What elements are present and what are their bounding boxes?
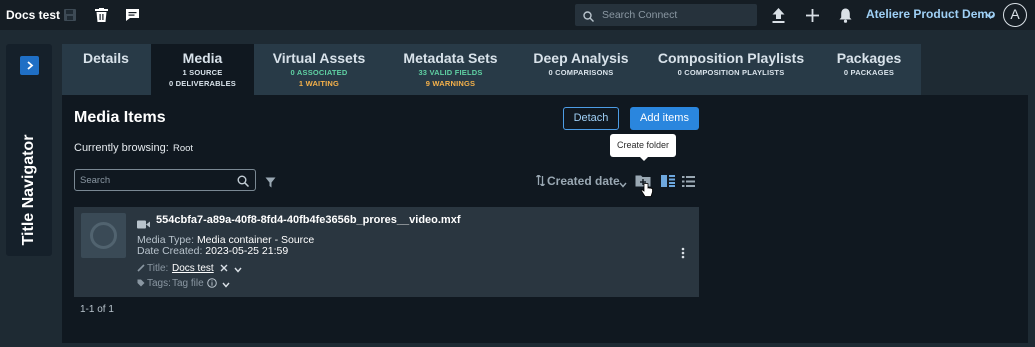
link-icon [137,264,145,275]
media-thumbnail [81,213,126,258]
tab-label: Details [83,50,129,66]
tab-label: Deep Analysis [533,50,629,66]
page-title: Media Items [74,109,166,126]
save-button[interactable] [60,5,80,25]
upload-icon [772,7,784,23]
comment-icon [125,9,139,21]
tooltip-arrow [639,156,649,161]
tab-sub-line: 1 WAITING [298,79,340,88]
grid-view-icon [661,175,675,187]
breadcrumb-root[interactable]: Root [173,143,193,154]
tooltip-text: Create folder [616,140,670,150]
add-button[interactable] [803,6,821,24]
tab-deep-analysis[interactable]: Deep Analysis 0 COMPARISONS [517,44,645,95]
workspace-name: Ateliere Product Demo [866,7,996,21]
tab-label: Media [182,50,223,66]
delete-button[interactable] [91,5,111,25]
list-view-icon [682,176,695,187]
search-icon [583,9,594,27]
filter-icon[interactable] [265,175,276,193]
title-link[interactable]: Docs test [172,263,214,274]
media-filename[interactable]: 554cbfa7-a89a-40f8-8fd4-40fb4fe3656b_pro… [156,214,461,226]
chevron-down-icon [619,177,627,191]
create-folder-tooltip: Create folder [610,134,676,161]
tab-sub-line: 9 WARNINGS [425,79,476,88]
title-navigator: Title Navigator [6,44,52,256]
media-search-placeholder: Search [80,175,111,186]
hand-cursor-icon [640,182,653,203]
navigator-label: Title Navigator [20,134,37,246]
trash-icon [94,8,108,22]
media-item-card[interactable]: 554cbfa7-a89a-40f8-8fd4-40fb4fe3656b_pro… [74,207,699,297]
search-icon[interactable] [237,174,250,192]
detach-button[interactable]: Detach [563,107,619,130]
tab-metadata-sets[interactable]: Metadata Sets 33 VALID FIELDS 9 WARNINGS [384,44,517,95]
tab-label: Composition Playlists [657,50,805,66]
tab-details[interactable]: Details [62,44,150,95]
global-search[interactable]: Search Connect [575,4,757,26]
notifications-button[interactable] [836,6,854,24]
upload-button[interactable] [769,6,787,24]
tab-virtual-assets[interactable]: Virtual Assets 0 ASSOCIATED 1 WAITING [254,44,384,95]
comments-button[interactable] [122,5,142,25]
tab-composition-playlists[interactable]: Composition Playlists 0 COMPOSITION PLAY… [645,44,817,95]
tab-label: Metadata Sets [403,50,498,66]
expand-navigator-button[interactable] [20,56,39,75]
thumbnail-logo [90,222,117,249]
tab-bar: Details Media 1 SOURCE 0 DELIVERABLES Vi… [62,44,921,95]
tag-icon [137,279,145,290]
plus-icon [805,8,819,22]
tab-sub-line: 0 PACKAGES [843,68,895,77]
app-title: Docs test [6,8,61,22]
video-icon [137,216,150,234]
chevron-down-icon[interactable] [222,280,230,291]
add-items-button[interactable]: Add items [630,107,699,130]
more-options-icon[interactable] [681,246,685,264]
save-icon [64,9,76,21]
top-bar: Docs test Search Connect Ateliere Produc… [0,0,1035,30]
tab-media[interactable]: Media 1 SOURCE 0 DELIVERABLES [151,44,254,95]
tab-label: Packages [836,50,902,66]
bell-icon [839,8,851,23]
date-created-label: Date Created: [137,245,203,257]
pagination-info: 1-1 of 1 [80,304,114,315]
media-search-input[interactable]: Search [74,169,256,191]
chevron-down-icon[interactable] [234,265,242,276]
tags-value[interactable]: Tag file [172,278,204,289]
info-icon[interactable] [207,278,217,291]
tab-label: Virtual Assets [272,50,366,66]
close-icon[interactable] [220,264,228,275]
chevron-right-icon [26,61,33,70]
sort-label: Created date [547,174,620,188]
tab-sub-line: 0 DELIVERABLES [169,79,236,88]
tab-sub-line: 0 COMPOSITION PLAYLISTS [677,68,785,77]
card-view-button[interactable] [661,174,675,192]
title-label: Title: [147,263,169,274]
chevron-down-icon [986,9,995,23]
tab-packages[interactable]: Packages 0 PACKAGES [817,44,921,95]
date-created-value: 2023-05-25 21:59 [205,245,289,257]
sort-icon [536,174,545,189]
tab-sub-line: 33 VALID FIELDS [418,68,483,77]
tab-sub-line: 0 COMPARISONS [548,68,614,77]
date-created-row: Date Created: 2023-05-25 21:59 [137,245,288,257]
tab-sub-line: 1 SOURCE [182,68,223,77]
list-view-button[interactable] [682,174,695,192]
tab-sub-line: 0 ASSOCIATED [290,68,348,77]
workspace-switcher[interactable]: Ateliere Product Demo [866,7,995,21]
media-panel: Media Items Currently browsing: Root Det… [62,95,1028,343]
tags-label: Tags: [147,278,171,289]
search-placeholder: Search Connect [602,9,678,21]
user-avatar[interactable]: A [1003,3,1027,27]
browsing-label: Currently browsing: [74,142,169,154]
